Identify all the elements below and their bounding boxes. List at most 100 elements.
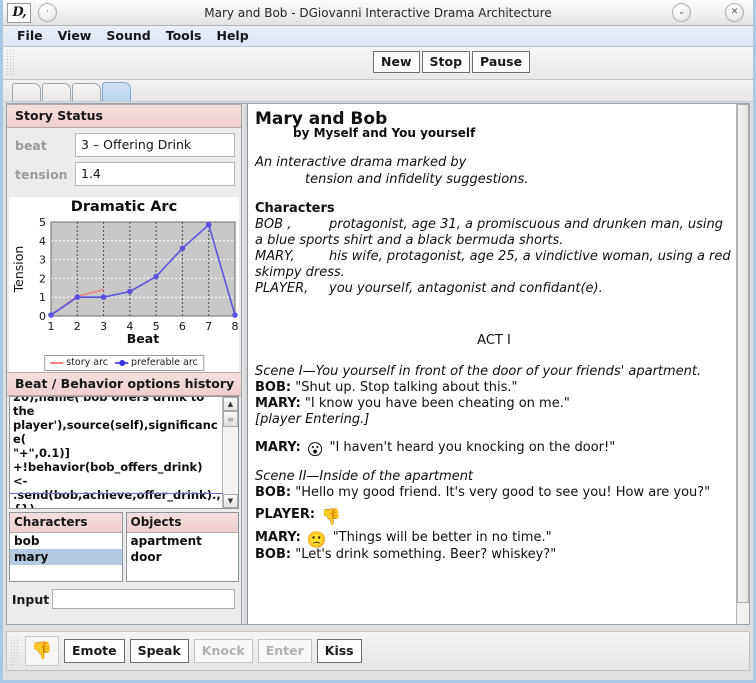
window-menu-button[interactable]: · bbox=[38, 3, 57, 22]
history-scroll-track[interactable]: ≡ bbox=[223, 411, 238, 494]
thumbs-down-icon[interactable]: 👎 bbox=[25, 636, 59, 666]
table-row[interactable]: mary bbox=[10, 549, 122, 565]
tab-4[interactable] bbox=[102, 82, 131, 101]
enter-button: Enter bbox=[257, 639, 312, 663]
thumbs-down-icon: 👎 bbox=[321, 507, 342, 526]
dialogue-text: "Things will be better in no time." bbox=[332, 530, 552, 545]
tab-1[interactable] bbox=[12, 83, 41, 101]
chevron-down-icon[interactable]: ⌄ bbox=[672, 3, 691, 22]
window-controls: ⌄ ✕ bbox=[665, 3, 753, 22]
left-panel: Story Status beat 3 – Offering Drink ten… bbox=[7, 104, 242, 624]
tension-value[interactable]: 1.4 bbox=[75, 162, 235, 186]
surprised-face-icon: 😮 bbox=[306, 440, 324, 459]
chart-title: Dramatic Arc bbox=[70, 199, 178, 215]
input-field[interactable] bbox=[52, 589, 236, 609]
dialogue-line: MARY: 🙁 "Things will be better in no time.… bbox=[255, 530, 733, 548]
svg-text:4: 4 bbox=[39, 235, 46, 248]
stage-direction: [player Entering.] bbox=[255, 412, 370, 427]
beat-row: beat 3 – Offering Drink bbox=[15, 133, 235, 157]
history-scrollbar[interactable]: ▲ ≡ ▼ bbox=[222, 397, 238, 508]
svg-text:0: 0 bbox=[39, 310, 46, 323]
legend-swatch-story-arc bbox=[50, 361, 64, 364]
characters-table-body: bob mary bbox=[10, 533, 122, 581]
beat-value[interactable]: 3 – Offering Drink bbox=[75, 133, 235, 157]
main-split-pane: Story Status beat 3 – Offering Drink ten… bbox=[6, 103, 750, 625]
objects-table-header: Objects bbox=[126, 513, 238, 533]
history-scroll-thumb[interactable]: ≡ bbox=[223, 411, 238, 427]
tab-2[interactable] bbox=[42, 83, 71, 101]
character-name: MARY, bbox=[255, 249, 295, 264]
svg-text:8: 8 bbox=[232, 320, 239, 333]
knock-button: Knock bbox=[193, 639, 253, 663]
scroll-down-icon[interactable]: ▼ bbox=[223, 494, 238, 508]
scene-1-heading: Scene I—You yourself in front of the doo… bbox=[255, 364, 702, 379]
speaker-label: PLAYER: bbox=[255, 507, 316, 522]
table-row[interactable]: door bbox=[127, 549, 239, 565]
script-panel: Mary and Bob by Myself and You yourself … bbox=[247, 104, 749, 624]
entity-tables: Characters bob mary Objects apartment do… bbox=[9, 512, 239, 582]
legend-label-story-arc: story arc bbox=[66, 357, 109, 368]
speaker-label: BOB: bbox=[255, 380, 292, 395]
table-row[interactable]: apartment bbox=[127, 533, 239, 549]
menu-item-sound[interactable]: Sound bbox=[100, 27, 159, 45]
script-scroll-thumb[interactable] bbox=[737, 104, 749, 604]
story-status-header: Story Status bbox=[7, 104, 241, 128]
emote-button[interactable]: Emote bbox=[64, 639, 125, 663]
svg-text:6: 6 bbox=[179, 320, 186, 333]
script-scrollbar[interactable] bbox=[736, 104, 749, 624]
speaker-label: MARY: bbox=[255, 396, 301, 411]
play-blurb-line1: An interactive drama marked by bbox=[255, 155, 467, 170]
svg-text:Beat: Beat bbox=[127, 331, 159, 344]
dialogue-text: "I haven't heard you knocking on the doo… bbox=[329, 440, 616, 455]
script-text[interactable]: Mary and Bob by Myself and You yourself … bbox=[253, 104, 737, 624]
dialogue-line: BOB: "Let's drink something. Beer? whisk… bbox=[255, 547, 733, 563]
pause-button[interactable]: Pause bbox=[472, 51, 531, 74]
close-icon[interactable]: ✕ bbox=[725, 3, 744, 22]
speak-button[interactable]: Speak bbox=[129, 639, 189, 663]
menu-item-help[interactable]: Help bbox=[210, 27, 257, 45]
dialogue-line: BOB: "Hello my good friend. It's very go… bbox=[255, 485, 733, 501]
objects-table: Objects apartment door bbox=[125, 512, 239, 582]
menu-item-tools[interactable]: Tools bbox=[160, 27, 211, 45]
character-entry-player: PLAYER, you yourself, antagonist and conf… bbox=[255, 281, 733, 297]
menu-item-file[interactable]: File bbox=[11, 27, 52, 45]
objects-table-body: apartment door bbox=[127, 533, 239, 581]
play-blurb: An interactive drama marked by tension a… bbox=[255, 154, 733, 188]
new-button[interactable]: New bbox=[373, 51, 420, 74]
dialogue-text: "Hello my good friend. It's very good to… bbox=[295, 485, 711, 500]
behavior-history-panel: 20),name('bob offers drink to the player… bbox=[9, 396, 239, 509]
character-name: PLAYER, bbox=[255, 281, 309, 296]
characters-table-header: Characters bbox=[10, 513, 122, 533]
behavior-history-text[interactable]: 20),name('bob offers drink to the player… bbox=[10, 397, 222, 508]
chart-plot-area: 0123451 2 3 4 5 6 7 8TensionBeat bbox=[11, 216, 239, 346]
beat-label: beat bbox=[15, 137, 47, 153]
chart-legend: story arc preferable arc bbox=[44, 355, 204, 371]
scroll-up-icon[interactable]: ▲ bbox=[223, 397, 238, 411]
tab-3[interactable] bbox=[72, 83, 101, 101]
svg-text:2: 2 bbox=[74, 320, 81, 333]
speaker-label: BOB: bbox=[255, 547, 292, 562]
legend-label-preferable-arc: preferable arc bbox=[131, 357, 198, 368]
dialogue-line: MARY: "I know you have been cheating on … bbox=[255, 396, 733, 412]
story-status-fields: beat 3 – Offering Drink tension 1.4 bbox=[7, 128, 241, 195]
kiss-button[interactable]: Kiss bbox=[316, 639, 362, 663]
window-title: Mary and Bob - DGiovanni Interactive Dra… bbox=[204, 5, 552, 20]
menu-item-view[interactable]: View bbox=[52, 27, 101, 45]
legend-entry-story-arc: story arc bbox=[50, 357, 108, 368]
speaker-label: MARY: bbox=[255, 440, 301, 455]
svg-text:1: 1 bbox=[48, 320, 55, 333]
title-bar: D, · Mary and Bob - DGiovanni Interactiv… bbox=[3, 0, 753, 26]
table-row[interactable]: bob bbox=[10, 533, 122, 549]
svg-text:1: 1 bbox=[39, 291, 46, 304]
dialogue-line: PLAYER: 👎 bbox=[255, 507, 733, 526]
toolbar-drag-handle[interactable] bbox=[6, 50, 14, 76]
dialogue-text: "Shut up. Stop talking about this." bbox=[295, 380, 518, 395]
play-blurb-line2: tension and infidelity suggestions. bbox=[305, 172, 529, 187]
action-bar-drag-handle[interactable] bbox=[10, 636, 18, 666]
behavior-history-header: Beat / Behavior options history bbox=[7, 372, 241, 396]
application-window: D, · Mary and Bob - DGiovanni Interactiv… bbox=[0, 0, 756, 683]
action-bar: 👎 Emote Speak Knock Enter Kiss bbox=[6, 631, 750, 671]
legend-entry-preferable-arc: preferable arc bbox=[115, 357, 198, 368]
dialogue-line: MARY: 😮 "I haven't heard you knocking on t… bbox=[255, 440, 733, 459]
stop-button[interactable]: Stop bbox=[421, 51, 471, 74]
